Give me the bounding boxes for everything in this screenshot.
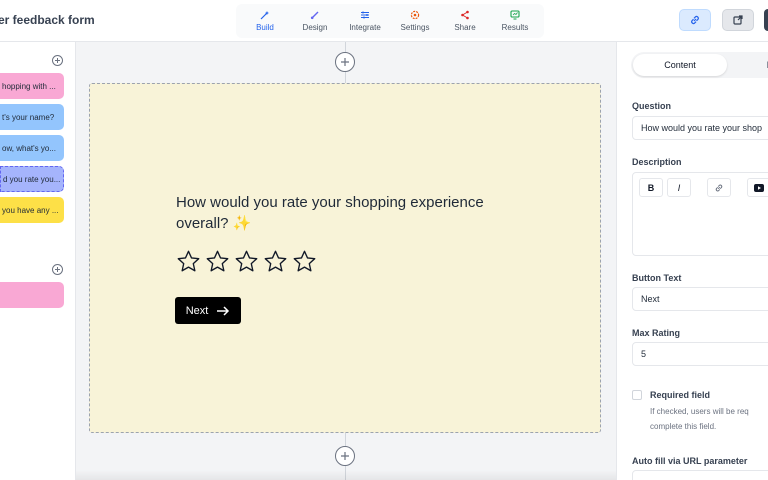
link-icon (715, 184, 723, 191)
gear-icon (410, 10, 420, 20)
button-text-label: Button Text (632, 273, 682, 283)
sparkle-icon: ✨ (232, 215, 252, 232)
wand-icon (260, 11, 269, 20)
sidebar-item-shopping[interactable]: hopping with ... (0, 73, 64, 99)
connector-line (345, 433, 346, 446)
required-label: Required field (650, 390, 711, 400)
max-rating-input[interactable]: 5 (632, 342, 768, 366)
sidebar-item-name[interactable]: t's your name? (0, 104, 64, 130)
tab-content[interactable]: Content (633, 54, 727, 76)
next-button-label: Next (185, 304, 209, 317)
star-icon[interactable] (292, 249, 317, 274)
star-icon[interactable] (263, 249, 288, 274)
tab-integrate-label: Integrate (349, 23, 381, 32)
connector-line (345, 72, 346, 83)
tab-settings[interactable]: Settings (390, 4, 440, 38)
share-icon (461, 10, 469, 20)
monitor-icon (510, 10, 520, 20)
description-label: Description (632, 157, 682, 167)
canvas-bottom-fade (76, 470, 616, 480)
question-card[interactable]: How would you rate your shopping experie… (89, 83, 601, 433)
autofill-label: Auto fill via URL parameter (632, 456, 748, 466)
plus-icon (55, 267, 60, 272)
sidebar-item-rating[interactable]: d you rate you... (0, 166, 64, 192)
question-label: Question (632, 101, 672, 111)
tab-logic[interactable]: L (749, 54, 768, 76)
star-icon[interactable] (176, 249, 201, 274)
properties-panel: Content L Question How would you rate yo… (616, 42, 768, 480)
add-question-button[interactable] (52, 55, 63, 66)
max-rating-label: Max Rating (632, 328, 681, 338)
tab-results-label: Results (501, 23, 529, 32)
arrow-right-icon (217, 305, 230, 316)
tab-build-label: Build (256, 23, 274, 32)
brush-icon (310, 11, 319, 20)
tab-settings-label: Settings (400, 23, 430, 32)
autofill-input[interactable] (632, 470, 768, 480)
external-link-icon (733, 15, 743, 25)
tab-design[interactable]: Design (290, 4, 340, 38)
question-input[interactable]: How would you rate your shop (632, 116, 768, 140)
connector-line (345, 42, 346, 52)
question-list-sidebar: hopping with ... t's your name? ow, what… (0, 42, 76, 480)
plus-icon (341, 58, 349, 66)
button-text-input[interactable]: Next (632, 287, 768, 311)
add-block-above-button[interactable] (335, 52, 355, 72)
italic-button[interactable]: I (667, 178, 691, 197)
insert-link-button[interactable] (707, 178, 731, 197)
panel-tabs: Content L (631, 52, 768, 78)
sidebar-item-ending[interactable] (0, 282, 64, 308)
sidebar-item-feedback[interactable]: you have any ... (0, 197, 64, 223)
tab-design-label: Design (302, 23, 328, 32)
star-icon[interactable] (205, 249, 230, 274)
add-block-below-button[interactable] (335, 446, 355, 466)
link-icon (691, 15, 699, 25)
sidebar-item-wow[interactable]: ow, what's yo... (0, 135, 64, 161)
publish-button[interactable] (764, 9, 768, 31)
star-icon[interactable] (234, 249, 259, 274)
tab-build[interactable]: Build (240, 4, 290, 38)
bold-button[interactable]: B (639, 178, 663, 197)
youtube-icon (754, 183, 764, 192)
description-editor[interactable]: B I (632, 172, 768, 256)
insert-video-button[interactable] (747, 178, 768, 197)
tab-share[interactable]: Share (440, 4, 490, 38)
tab-integrate[interactable]: Integrate (340, 4, 390, 38)
tab-share-label: Share (454, 23, 476, 32)
main-nav-tabs: Build Design Integrate Settings Share Re… (236, 4, 544, 38)
form-title: er feedback form (0, 13, 95, 27)
required-help-text: If checked, users will be req complete t… (650, 407, 749, 431)
tab-results[interactable]: Results (490, 4, 540, 38)
required-checkbox[interactable] (632, 390, 642, 400)
plus-icon (55, 58, 60, 63)
sliders-icon (361, 11, 369, 19)
open-preview-button[interactable] (722, 9, 754, 31)
star-rating (176, 249, 317, 274)
copy-link-button[interactable] (679, 9, 711, 31)
next-button[interactable]: Next (175, 297, 241, 324)
top-bar: er feedback form Build Design Integrate … (0, 0, 768, 42)
question-text: How would you rate your shopping experie… (176, 194, 484, 232)
plus-icon (341, 452, 349, 460)
add-ending-button[interactable] (52, 264, 63, 275)
